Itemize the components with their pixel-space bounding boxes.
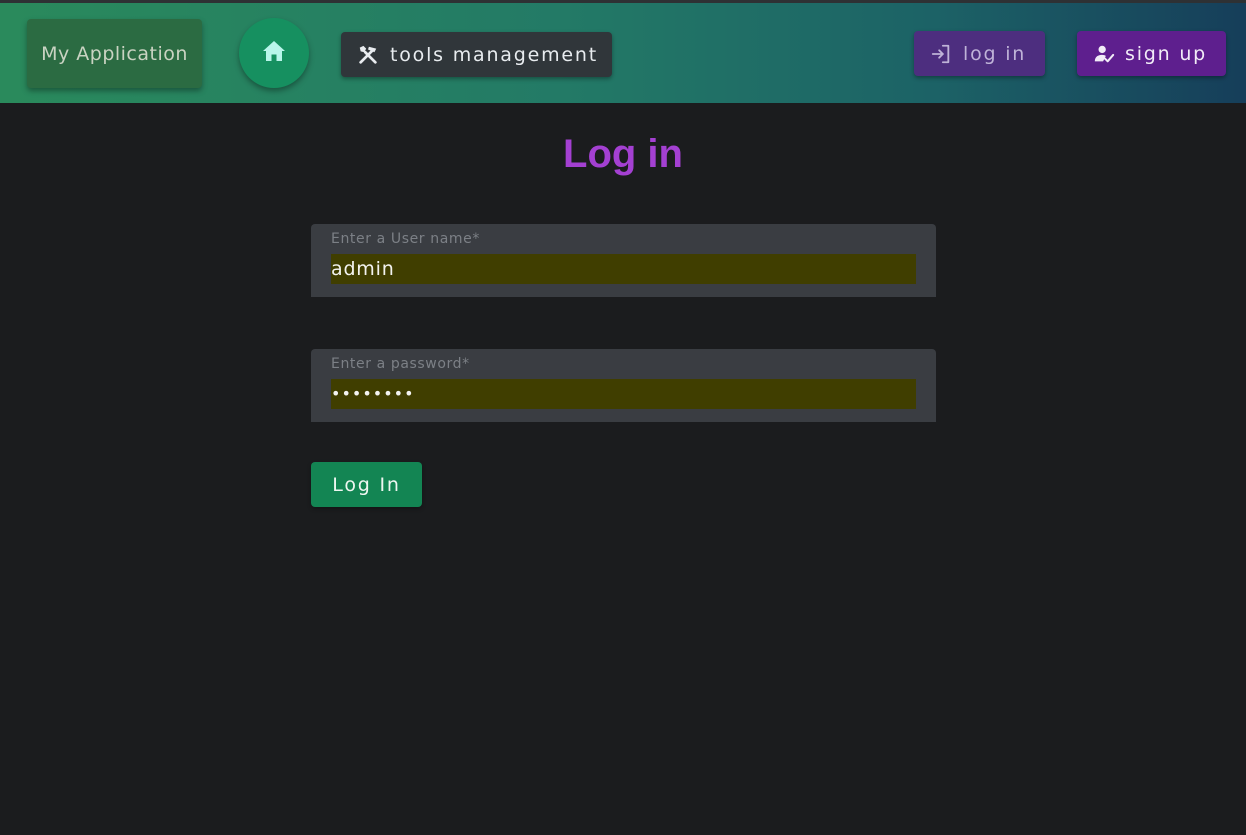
signup-nav-button[interactable]: sign up: [1077, 31, 1226, 76]
tools-management-button[interactable]: tools management: [341, 32, 612, 77]
login-submit-label: Log In: [332, 473, 401, 496]
app-brand-label: My Application: [41, 42, 188, 65]
signup-nav-label: sign up: [1125, 42, 1208, 65]
app-header: My Application tools management log in s…: [0, 3, 1246, 103]
username-field[interactable]: Enter a User name* admin: [311, 224, 936, 297]
login-nav-label: log in: [963, 42, 1027, 65]
password-input[interactable]: ••••••••: [331, 379, 916, 409]
home-icon: [262, 40, 286, 66]
home-button[interactable]: [239, 18, 309, 88]
page-title: Log in: [563, 132, 683, 176]
login-icon: [930, 43, 952, 65]
login-submit-button[interactable]: Log In: [311, 462, 422, 507]
person-check-icon: [1093, 43, 1115, 65]
login-nav-button[interactable]: log in: [914, 31, 1045, 76]
tools-icon: [357, 44, 379, 66]
tools-management-label: tools management: [390, 43, 598, 66]
password-label: Enter a password*: [331, 356, 470, 372]
username-label: Enter a User name*: [331, 231, 480, 247]
username-input[interactable]: admin: [331, 254, 916, 284]
app-brand-button[interactable]: My Application: [27, 19, 202, 88]
password-field[interactable]: Enter a password* ••••••••: [311, 349, 936, 422]
